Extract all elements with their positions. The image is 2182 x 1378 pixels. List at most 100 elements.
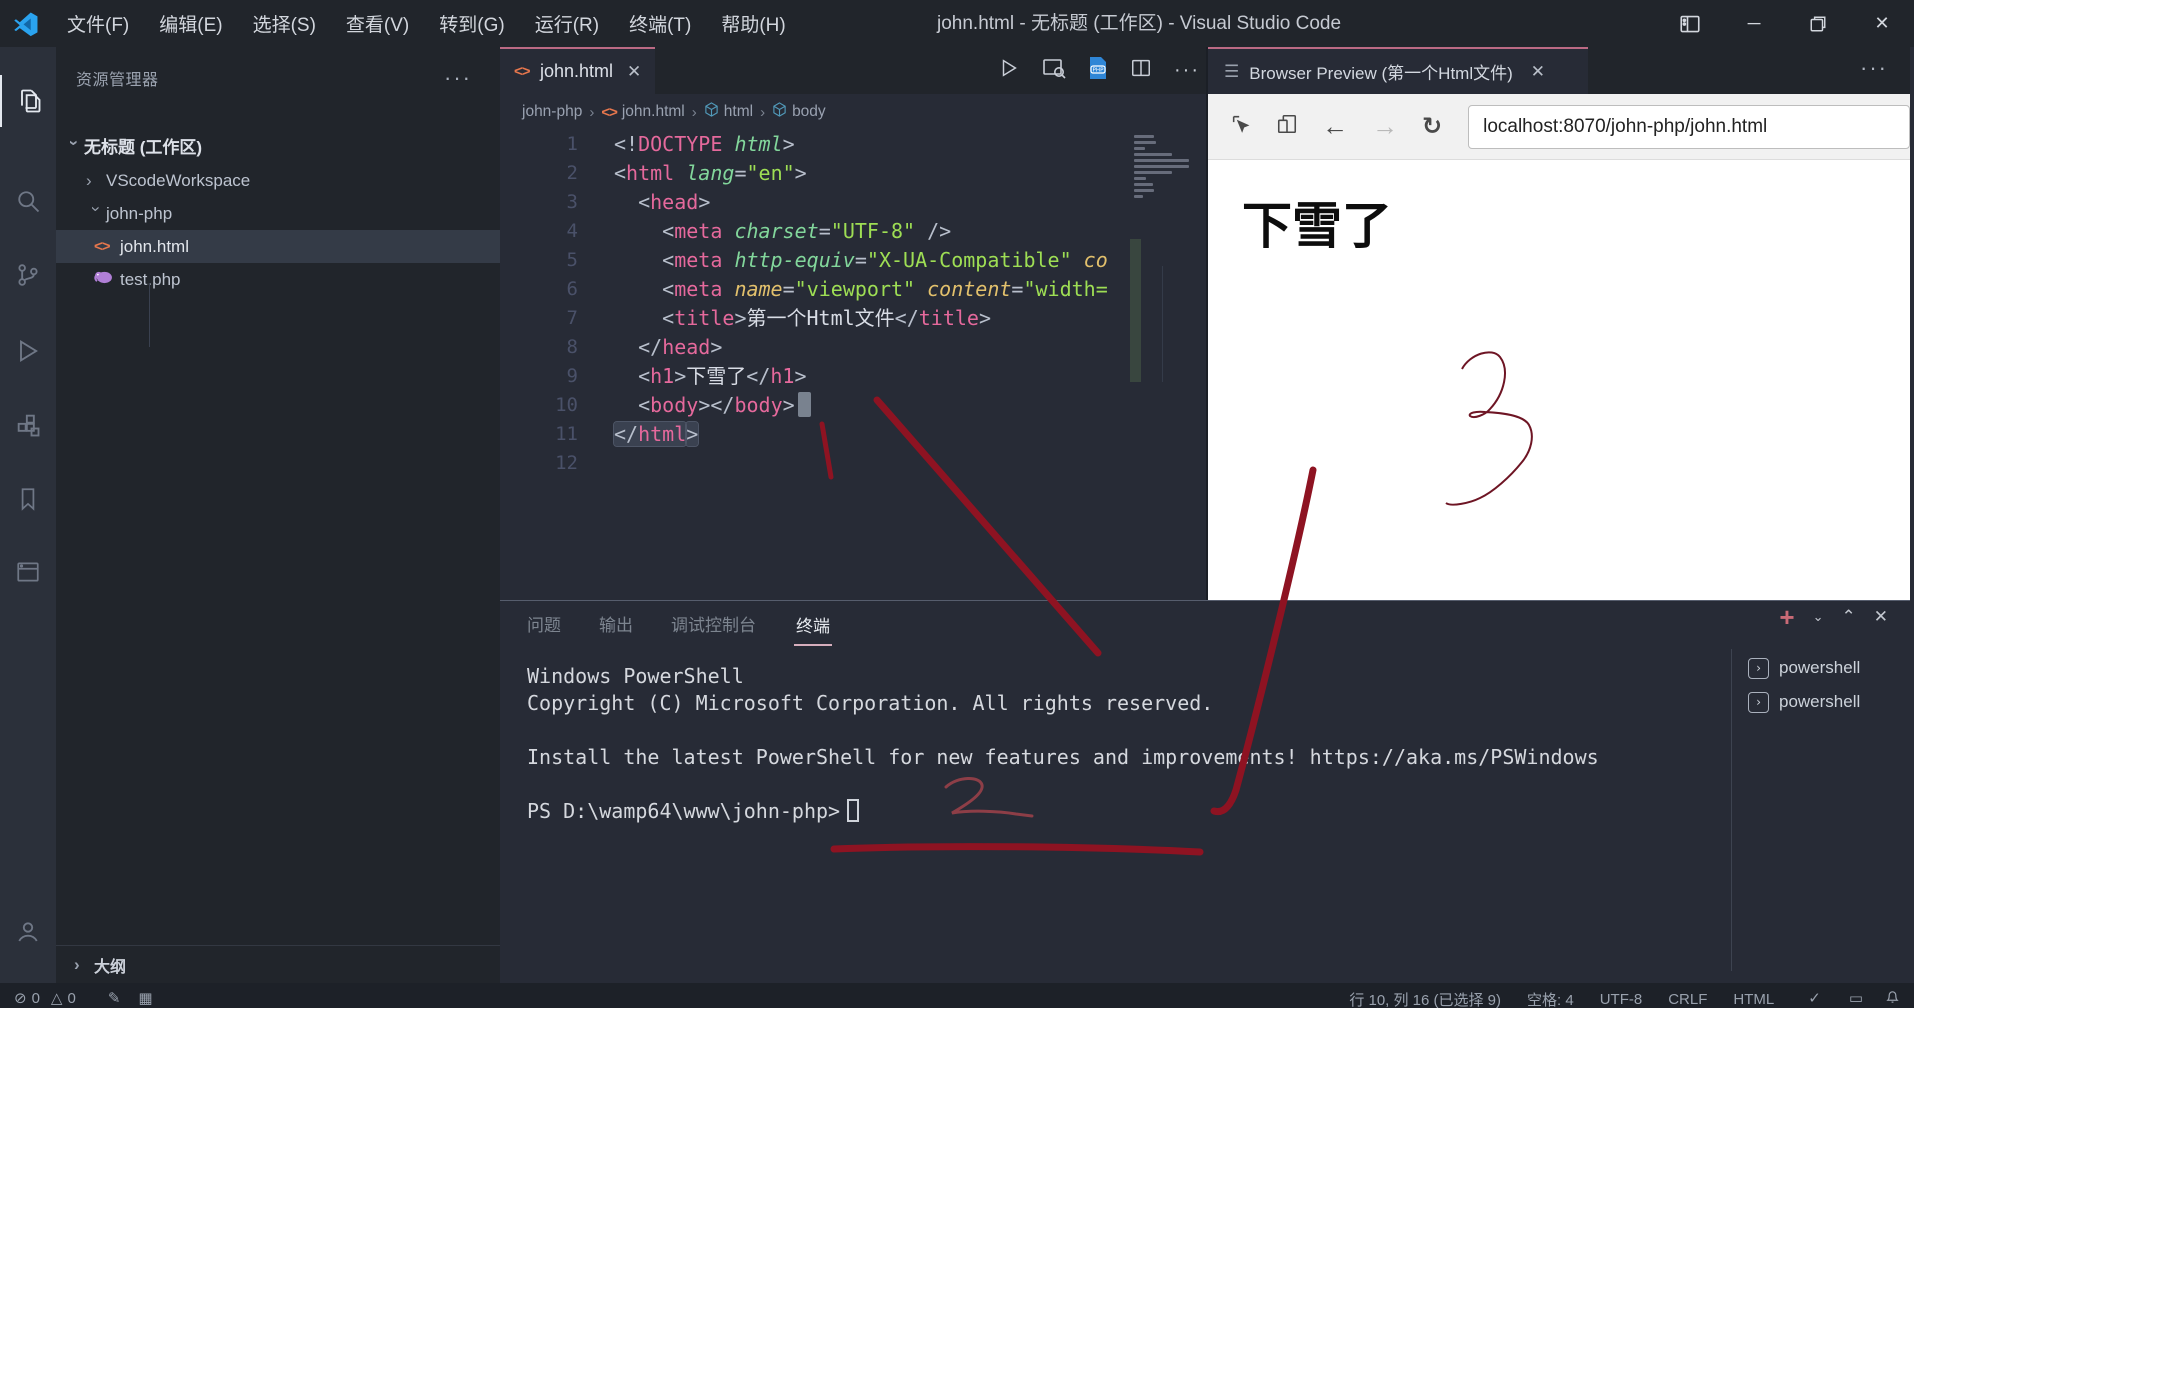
run-debug-icon[interactable] — [0, 325, 56, 377]
code-line[interactable]: 7 <title>第一个Html文件</title> — [500, 304, 1208, 333]
breadcrumb[interactable]: john-php›<>john.html›html›body — [522, 94, 826, 130]
server-status-icon[interactable]: ▦ — [138, 989, 152, 1007]
minimap[interactable] — [1134, 135, 1196, 595]
breadcrumb-item[interactable]: john-php — [522, 103, 582, 121]
tree-item[interactable]: test.php — [56, 263, 500, 296]
terminal-prompt[interactable]: PS D:\wamp64\www\john-php> — [527, 798, 859, 825]
refresh-icon[interactable]: ↻ — [1422, 112, 1442, 141]
menu-item[interactable]: 终端(T) — [614, 10, 706, 37]
html-file-icon: <> — [514, 63, 540, 80]
panel-tab-问题[interactable]: 问题 — [527, 611, 561, 636]
menu-item[interactable]: 查看(V) — [331, 10, 424, 37]
status-item[interactable]: CRLF — [1668, 991, 1707, 1008]
line-number: 9 — [500, 362, 578, 391]
account-icon[interactable] — [0, 905, 56, 957]
breadcrumb-item[interactable]: body — [772, 102, 826, 122]
new-terminal-icon[interactable]: + — [1779, 607, 1794, 627]
code-line[interactable]: 1<!DOCTYPE html> — [500, 130, 1208, 159]
preview-more-icon[interactable]: ··· — [1860, 47, 1888, 94]
code-line[interactable]: 5 <meta http-equiv="X-UA-Compatible" co — [500, 246, 1208, 275]
problems-status[interactable]: ⊘ 0 △ 0 — [14, 989, 76, 1007]
explorer-header: 资源管理器 — [76, 47, 159, 115]
code-line[interactable]: 6 <meta name="viewport" content="width= — [500, 275, 1208, 304]
panel-tab-输出[interactable]: 输出 — [599, 611, 633, 636]
more-actions-icon[interactable]: ··· — [1174, 59, 1200, 82]
explorer-more-icon[interactable]: ··· — [444, 47, 472, 115]
preview-toolbar: ← → ↻ — [1208, 94, 1910, 160]
terminal-session-item[interactable]: ›powershell — [1748, 685, 1908, 719]
pen-icon[interactable]: ✎ — [108, 989, 121, 1007]
menu-item[interactable]: 选择(S) — [238, 10, 331, 37]
bookmarks-icon[interactable] — [0, 473, 56, 525]
tree-indent-guide — [149, 283, 150, 347]
panel-tab-终端[interactable]: 终端 — [794, 602, 832, 646]
extensions-icon[interactable] — [0, 399, 56, 451]
explorer-icon[interactable] — [0, 75, 56, 127]
browser-preview-icon[interactable] — [1042, 56, 1066, 85]
maximize-panel-icon[interactable]: ⌃ — [1842, 607, 1856, 627]
check-status-icon[interactable]: ✓ — [1808, 989, 1821, 1007]
code-line[interactable]: 10 <body></body> — [500, 391, 1208, 420]
close-window-button[interactable]: ✕ — [1850, 0, 1914, 47]
menu-item[interactable]: 文件(F) — [52, 10, 144, 37]
tab-browser-preview[interactable]: ☰ Browser Preview (第一个Html文件) ✕ — [1208, 47, 1588, 94]
menu-item[interactable]: 帮助(H) — [706, 10, 800, 37]
menu-item[interactable]: 运行(R) — [520, 10, 614, 37]
bell-icon[interactable] — [1885, 989, 1900, 1004]
layout-panel-icon[interactable] — [1658, 0, 1722, 47]
explorer-sidebar: 资源管理器 ··· ›无标题 (工作区)›VScodeWorkspace›joh… — [56, 47, 500, 983]
status-item[interactable]: 空格: 4 — [1527, 989, 1574, 1008]
url-input[interactable] — [1468, 105, 1910, 149]
terminal-line: Windows PowerShell — [527, 663, 744, 690]
breadcrumb-item[interactable]: html — [704, 102, 753, 122]
panel-tab-调试控制台[interactable]: 调试控制台 — [671, 611, 756, 636]
status-item[interactable]: HTML — [1733, 991, 1774, 1008]
bracket-match: > — [686, 422, 698, 446]
close-panel-icon[interactable]: ✕ — [1874, 607, 1888, 627]
terminal-session-item[interactable]: ›powershell — [1748, 651, 1908, 685]
code-line[interactable]: 8 </head> — [500, 333, 1208, 362]
minimap-line — [1134, 171, 1172, 174]
run-file-icon[interactable] — [998, 57, 1020, 84]
code-line[interactable]: 11</html> — [500, 420, 1208, 449]
code-line[interactable]: 2<html lang="en"> — [500, 159, 1208, 188]
menu-bar: 文件(F)编辑(E)选择(S)查看(V)转到(G)运行(R)终端(T)帮助(H) — [52, 0, 801, 47]
code-line[interactable]: 9 <h1>下雪了</h1> — [500, 362, 1208, 391]
restore-button[interactable] — [1786, 0, 1850, 47]
tab-john-html[interactable]: <> john.html ✕ — [500, 47, 655, 94]
breadcrumb-separator: › — [692, 104, 697, 121]
terminal-dropdown-icon[interactable]: ⌄ — [1813, 609, 1824, 625]
search-icon[interactable] — [0, 175, 56, 227]
browser-preview-activity-icon[interactable] — [0, 546, 56, 598]
inspect-cursor-icon[interactable] — [1230, 113, 1252, 140]
tree-item[interactable]: ›VScodeWorkspace — [56, 164, 500, 197]
forward-icon[interactable]: → — [1372, 111, 1398, 142]
minimize-button[interactable]: ─ — [1722, 0, 1786, 47]
php-server-icon[interactable]: PHP — [1088, 56, 1108, 85]
tree-item[interactable]: ›john-php — [56, 197, 500, 230]
line-number: 10 — [500, 391, 578, 420]
status-item[interactable]: UTF-8 — [1600, 991, 1643, 1008]
code-editor[interactable]: 1<!DOCTYPE html>2<html lang="en">3 <head… — [500, 130, 1208, 600]
screencast-icon[interactable]: ▭ — [1849, 989, 1863, 1007]
breadcrumb-separator: › — [589, 104, 594, 121]
line-number: 6 — [500, 275, 578, 304]
breadcrumb-item[interactable]: <>john.html — [601, 103, 684, 121]
outline-section[interactable]: › 大纲 — [56, 945, 500, 983]
code-line[interactable]: 12 — [500, 449, 1208, 478]
code-line-content: <meta charset="UTF-8" /> — [614, 217, 951, 246]
code-line[interactable]: 4 <meta charset="UTF-8" /> — [500, 217, 1208, 246]
tree-item[interactable]: <>john.html — [56, 230, 500, 263]
split-editor-icon[interactable] — [1130, 57, 1152, 84]
menu-item[interactable]: 编辑(E) — [144, 10, 237, 37]
status-item[interactable]: 行 10, 列 16 (已选择 9) — [1349, 989, 1501, 1008]
symbol-cube-icon — [772, 102, 787, 122]
code-line[interactable]: 3 <head> — [500, 188, 1208, 217]
close-preview-icon[interactable]: ✕ — [1531, 62, 1545, 82]
tree-item[interactable]: ›无标题 (工作区) — [56, 131, 500, 164]
source-control-icon[interactable] — [0, 249, 56, 301]
menu-item[interactable]: 转到(G) — [424, 10, 519, 37]
close-tab-icon[interactable]: ✕ — [627, 62, 641, 82]
back-icon[interactable]: ← — [1322, 111, 1348, 142]
open-in-window-icon[interactable] — [1276, 113, 1298, 140]
